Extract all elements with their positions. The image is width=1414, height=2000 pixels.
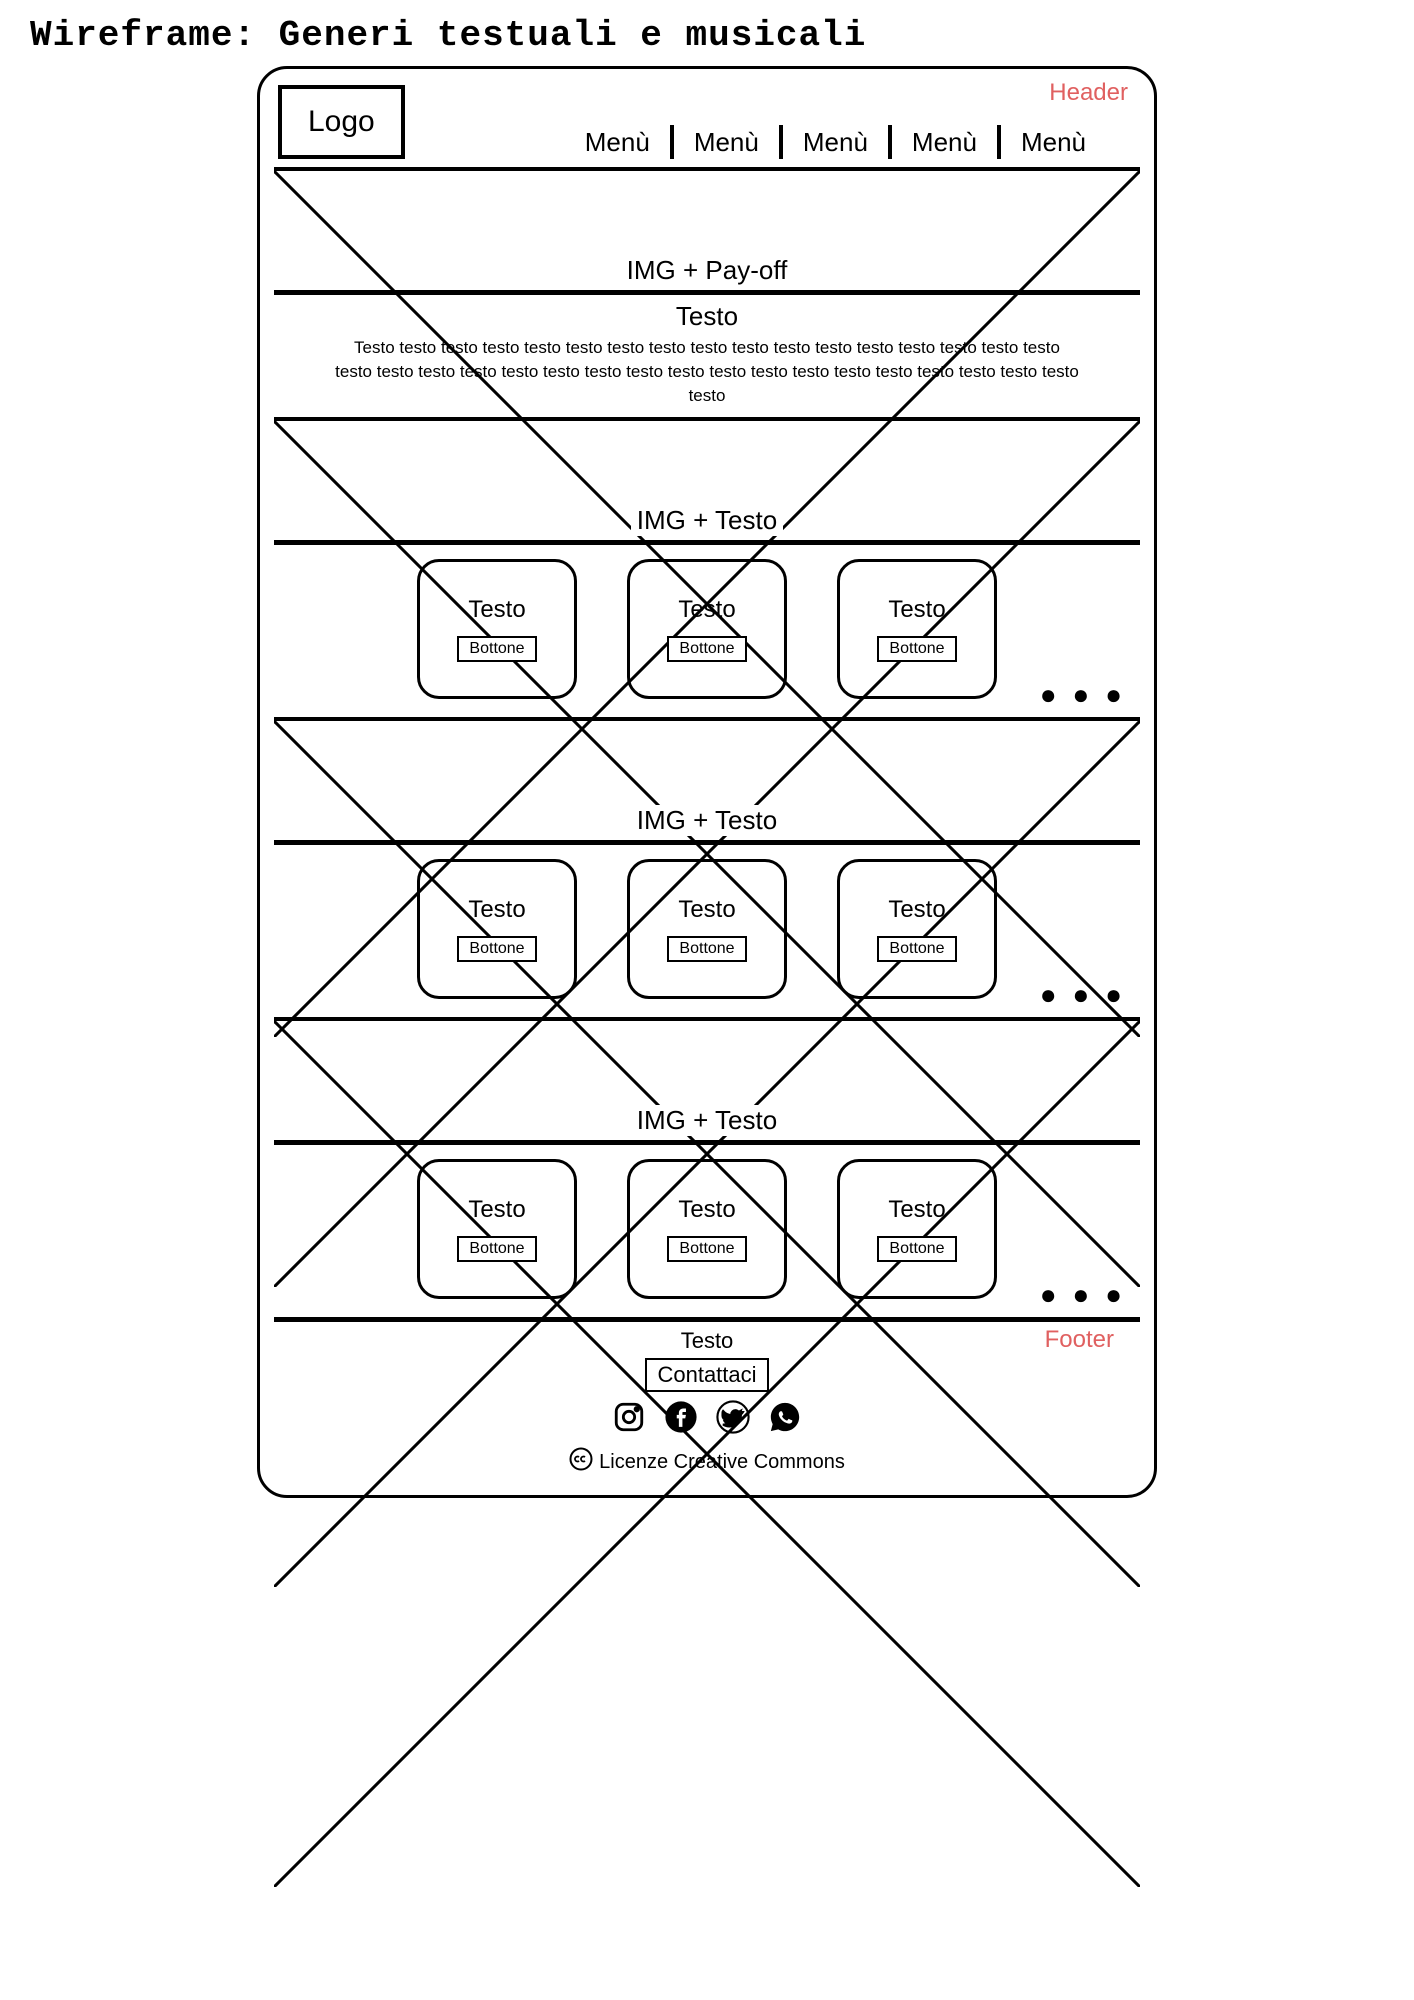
- card-button[interactable]: Bottone: [457, 636, 536, 662]
- card-label: Testo: [468, 896, 525, 924]
- intro-body: Testo testo testo testo testo testo test…: [334, 336, 1080, 407]
- menu-item[interactable]: Menù: [783, 127, 888, 158]
- whatsapp-icon[interactable]: [768, 1400, 802, 1439]
- section-1: IMG + Testo: [274, 417, 1140, 541]
- section-2-cards: Testo Bottone Testo Bottone Testo Botton…: [274, 841, 1140, 1017]
- card-button[interactable]: Bottone: [667, 936, 746, 962]
- more-dots-icon[interactable]: ● ● ●: [1040, 679, 1126, 711]
- card-button[interactable]: Bottone: [877, 936, 956, 962]
- hero-block: IMG + Pay-off: [274, 167, 1140, 291]
- card: Testo Bottone: [417, 859, 577, 999]
- twitter-icon[interactable]: [716, 1400, 750, 1439]
- card-label: Testo: [678, 896, 735, 924]
- card: Testo Bottone: [627, 859, 787, 999]
- cc-icon: [569, 1447, 593, 1477]
- social-row: [274, 1400, 1140, 1439]
- intro-block: Testo Testo testo testo testo testo test…: [274, 291, 1140, 417]
- device-frame: Header Logo Menù Menù Menù Menù Menù IMG…: [257, 66, 1157, 1498]
- card: Testo Bottone: [627, 559, 787, 699]
- intro-heading: Testo: [334, 301, 1080, 332]
- section-caption: IMG + Testo: [631, 505, 783, 536]
- section-2: IMG + Testo: [274, 717, 1140, 841]
- section-3-cards: Testo Bottone Testo Bottone Testo Botton…: [274, 1141, 1140, 1317]
- card-label: Testo: [888, 1196, 945, 1224]
- card-label: Testo: [678, 596, 735, 624]
- instagram-icon[interactable]: [612, 1400, 646, 1439]
- card-button[interactable]: Bottone: [667, 1236, 746, 1262]
- menu-bar: Menù Menù Menù Menù Menù: [565, 125, 1136, 159]
- card-button[interactable]: Bottone: [877, 1236, 956, 1262]
- card-button[interactable]: Bottone: [457, 1236, 536, 1262]
- section-image-placeholder: IMG + Testo: [274, 1021, 1140, 1141]
- section-image-placeholder: IMG + Testo: [274, 721, 1140, 841]
- logo[interactable]: Logo: [278, 85, 405, 159]
- menu-item[interactable]: Menù: [892, 127, 997, 158]
- card-button[interactable]: Bottone: [667, 636, 746, 662]
- more-dots-icon[interactable]: ● ● ●: [1040, 979, 1126, 1011]
- card-label: Testo: [888, 596, 945, 624]
- hero-image-placeholder: IMG + Pay-off: [274, 171, 1140, 291]
- menu-item[interactable]: Menù: [1001, 127, 1106, 158]
- menu-item[interactable]: Menù: [565, 127, 670, 158]
- card-button[interactable]: Bottone: [457, 936, 536, 962]
- license-text: Licenze Creative Commons: [599, 1451, 845, 1474]
- hero-caption: IMG + Pay-off: [621, 255, 794, 286]
- section-3: IMG + Testo: [274, 1017, 1140, 1141]
- card: Testo Bottone: [417, 1159, 577, 1299]
- menu-item[interactable]: Menù: [674, 127, 779, 158]
- card-label: Testo: [468, 1196, 525, 1224]
- section-image-placeholder: IMG + Testo: [274, 421, 1140, 541]
- license-row: Licenze Creative Commons: [274, 1447, 1140, 1477]
- header: Logo Menù Menù Menù Menù Menù: [274, 81, 1140, 159]
- card: Testo Bottone: [837, 559, 997, 699]
- footer-text: Testo: [274, 1328, 1140, 1354]
- card: Testo Bottone: [417, 559, 577, 699]
- section-caption: IMG + Testo: [631, 805, 783, 836]
- card-label: Testo: [468, 596, 525, 624]
- card-button[interactable]: Bottone: [877, 636, 956, 662]
- footer: Footer Testo Contattaci Licenze Creative…: [274, 1317, 1140, 1477]
- header-region-label: Header: [1049, 79, 1128, 107]
- section-caption: IMG + Testo: [631, 1105, 783, 1136]
- card: Testo Bottone: [627, 1159, 787, 1299]
- more-dots-icon[interactable]: ● ● ●: [1040, 1279, 1126, 1311]
- card-label: Testo: [678, 1196, 735, 1224]
- card-label: Testo: [888, 896, 945, 924]
- section-1-cards: Testo Bottone Testo Bottone Testo Botton…: [274, 541, 1140, 717]
- footer-region-label: Footer: [1045, 1326, 1114, 1354]
- facebook-icon[interactable]: [664, 1400, 698, 1439]
- card: Testo Bottone: [837, 1159, 997, 1299]
- card: Testo Bottone: [837, 859, 997, 999]
- page-title: Wireframe: Generi testuali e musicali: [30, 15, 1394, 56]
- contact-button[interactable]: Contattaci: [645, 1358, 768, 1392]
